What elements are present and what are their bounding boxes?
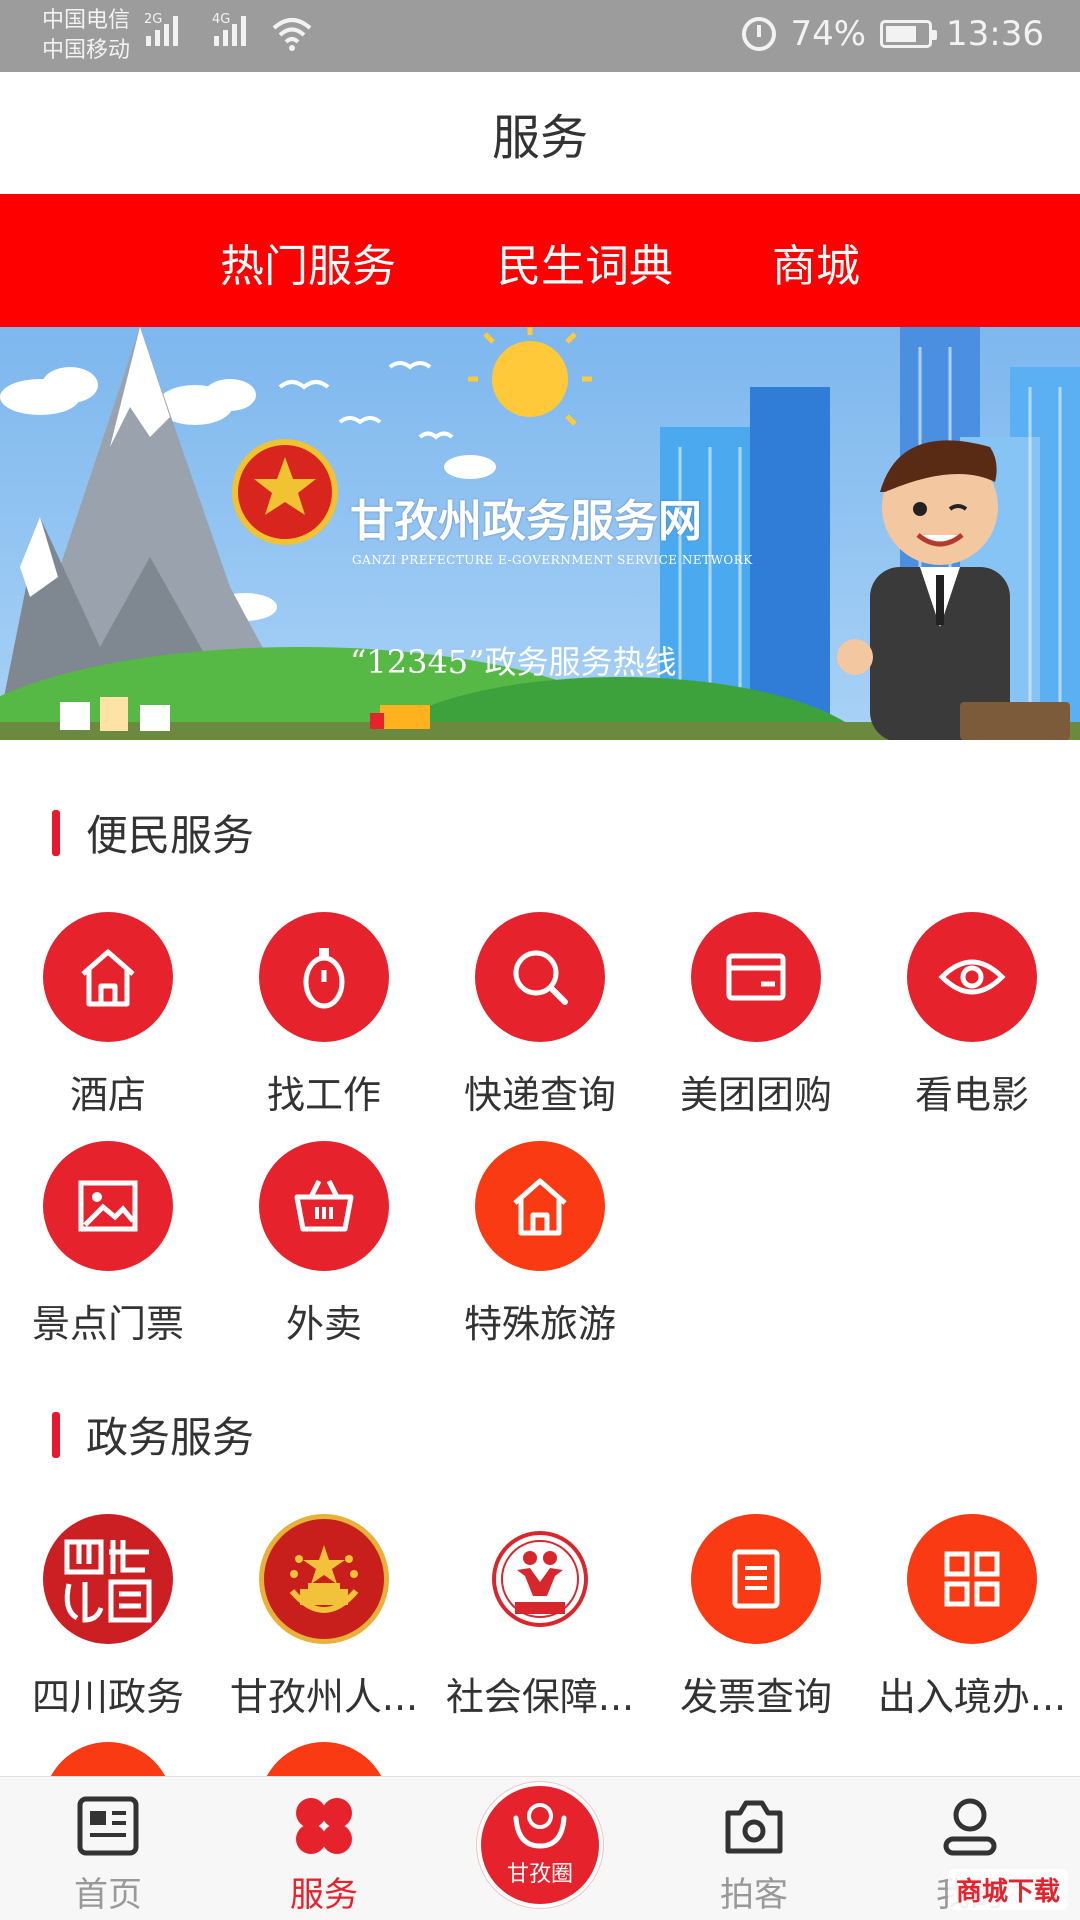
section-title: 便民服务 [86,811,255,860]
service-label: 酒店 [69,1073,146,1117]
carrier-2: 中国移动 [42,38,131,63]
banner-title: 甘孜州政务服务网 [350,496,702,547]
basket-icon [259,1141,389,1271]
camera-icon [725,1800,783,1854]
section-marker [52,809,60,856]
carrier-info: 中国电信 中国移动 [42,6,130,66]
signal-4g-icon: 4G [212,12,246,46]
service-hotel[interactable]: 酒店 [0,912,216,1119]
battery-icon [880,20,938,48]
card-icon [691,912,821,1042]
image-icon [43,1141,173,1271]
status-bar: 中国电信 中国移动 2G 4G 74% 13:36 [0,0,1080,72]
hands-icon [513,1803,567,1849]
service-attraction-tickets[interactable]: 景点门票 [0,1141,216,1348]
service-label: 外卖 [285,1302,362,1346]
service-label: 社会保障... [445,1675,635,1719]
service-meituan-group-buy[interactable]: 美团团购 [648,912,864,1119]
tab-bar: 热门服务 民生词典 商城 [0,194,1080,327]
center-button-label: 甘孜圈 [506,1862,573,1887]
carrier-1: 中国电信 [42,8,131,33]
section-government-services: 政务服务 [52,1404,254,1465]
nav-label: 服务 [290,1875,358,1915]
service-label: 特殊旅游 [463,1302,616,1346]
service-label: 发票查询 [679,1675,832,1719]
service-label: 找工作 [266,1073,381,1117]
section-marker [52,1411,60,1458]
news-icon [77,1796,139,1856]
nav-photo-reporter[interactable]: 拍客 [679,1795,829,1916]
nav-ganzi-circle-button[interactable]: 甘孜圈 [477,1782,603,1908]
service-special-tourism[interactable]: 特殊旅游 [432,1141,648,1348]
service-label: 快递查询 [463,1073,616,1117]
section-title: 政务服务 [86,1413,255,1462]
service-express-lookup[interactable]: 快递查询 [432,912,648,1119]
service-label: 看电影 [914,1073,1029,1117]
nav-home[interactable]: 首页 [33,1795,183,1916]
nav-label: 拍客 [720,1875,788,1915]
tab-livelihood-dictionary[interactable]: 民生词典 [497,230,673,294]
service-social-security[interactable]: 社会保障... [432,1514,648,1721]
clock: 13:36 [946,14,1044,54]
battery-percent: 74% [790,14,867,54]
signal-2g-icon: 2G [144,12,178,46]
page-title: 服务 [491,110,588,166]
tab-mall[interactable]: 商城 [772,230,860,294]
social-security-logo-icon [475,1514,605,1644]
service-find-job[interactable]: 找工作 [216,912,432,1119]
house-icon [43,912,173,1042]
nav-label: 首页 [74,1875,142,1915]
service-ganzi-people[interactable]: 甘孜州人... [216,1514,432,1721]
sichuan-seal-icon [43,1514,173,1644]
eye-icon [907,912,1037,1042]
timer-icon [259,912,389,1042]
service-label: 景点门票 [31,1302,184,1346]
section-convenience-services: 便民服务 [52,802,254,863]
house-icon [475,1141,605,1271]
service-movies[interactable]: 看电影 [864,912,1080,1119]
tab-hot-services[interactable]: 热门服务 [220,230,396,294]
service-exit-entry[interactable]: 出入境办... [864,1514,1080,1721]
clover-icon [296,1798,352,1854]
wifi-icon [272,18,312,51]
service-label: 甘孜州人... [229,1675,419,1719]
promo-banner[interactable]: 甘孜州政务服务网 GANZI PREFECTURE E-GOVERNMENT S… [0,327,1080,740]
app-header: 服务 [0,72,1080,194]
national-emblem-icon [259,1514,389,1644]
document-icon [691,1514,821,1644]
user-icon [943,1798,997,1856]
service-sichuan-government[interactable]: 四川政务 [0,1514,216,1721]
service-label: 四川政务 [31,1675,184,1719]
grid-icon [907,1514,1037,1644]
service-invoice-lookup[interactable]: 发票查询 [648,1514,864,1721]
nav-services[interactable]: 服务 [249,1795,399,1916]
alarm-icon [742,17,777,51]
banner-subtitle: GANZI PREFECTURE E-GOVERNMENT SERVICE NE… [352,553,753,567]
watermark-logo: 商城下载 [947,1869,1068,1910]
service-takeout[interactable]: 外卖 [216,1141,432,1348]
banner-hotline: “12345”政务服务热线 [350,643,677,681]
service-label: 美团团购 [679,1073,832,1117]
search-icon [475,912,605,1042]
service-label: 出入境办... [877,1675,1067,1719]
